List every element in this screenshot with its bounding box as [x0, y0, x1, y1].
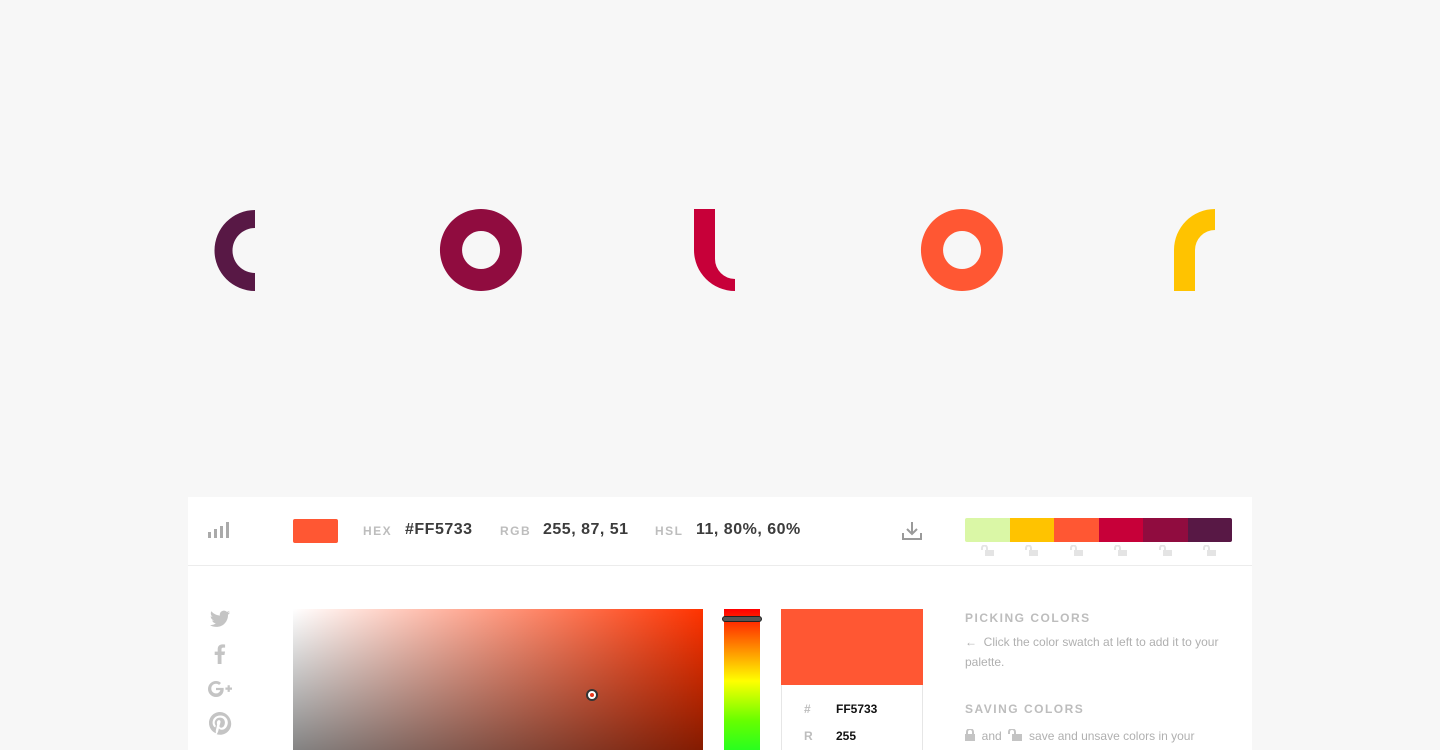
letter-o-1 — [439, 209, 522, 291]
palette-swatch[interactable] — [1009, 518, 1054, 542]
current-color-swatch[interactable] — [293, 519, 338, 543]
unlocked-icon[interactable] — [1158, 545, 1172, 556]
value-row-r: R 255 — [782, 729, 924, 747]
value-key: # — [804, 702, 811, 716]
hsl-label: HSL — [655, 524, 684, 538]
facebook-icon[interactable] — [208, 642, 232, 666]
palette-lock-slot — [1054, 545, 1099, 556]
unlocked-icon — [1008, 728, 1023, 741]
unlocked-icon[interactable] — [1203, 545, 1217, 556]
palette-lock-slot — [1099, 545, 1144, 556]
letter-l — [694, 209, 735, 291]
palette-swatch[interactable] — [1054, 518, 1099, 542]
color-tool-panel: HEX #FF5733 RGB 255, 87, 51 HSL 11, 80%,… — [188, 497, 1252, 750]
color-preview — [781, 609, 923, 685]
hero-logo — [0, 0, 1440, 497]
palette-lock-slot — [1143, 545, 1188, 556]
picking-colors-heading: PICKING COLORS — [965, 611, 1091, 625]
saving-colors-heading: SAVING COLORS — [965, 702, 1085, 716]
palette-swatch[interactable] — [965, 518, 1010, 542]
saving-and: and — [981, 729, 1002, 743]
picking-colors-body: Click the color swatch at left to add it… — [965, 635, 1219, 669]
arrow-left-icon: ← — [965, 635, 977, 649]
color-values: # FF5733 R 255 — [781, 685, 923, 750]
palette-lock-slot — [1188, 545, 1233, 556]
color-toolbar: HEX #FF5733 RGB 255, 87, 51 HSL 11, 80%,… — [188, 497, 1252, 566]
palette-lock-slot — [965, 545, 1010, 556]
hex-value[interactable]: #FF5733 — [405, 521, 473, 539]
saturation-lightness-picker[interactable] — [293, 609, 703, 750]
palette-swatch[interactable] — [1187, 518, 1232, 542]
lock-icon — [965, 728, 975, 741]
value-row-hex: # FF5733 — [782, 702, 924, 720]
rgb-label: RGB — [500, 524, 532, 538]
palette-swatch[interactable] — [1098, 518, 1143, 542]
google-plus-icon[interactable] — [208, 677, 232, 701]
letter-o-2 — [920, 209, 1003, 291]
saving-colors-text: and save and unsave colors in your — [965, 726, 1220, 746]
rgb-value[interactable]: 255, 87, 51 — [543, 521, 629, 539]
unlocked-icon[interactable] — [1025, 545, 1039, 556]
unlocked-icon[interactable] — [1114, 545, 1128, 556]
hex-label: HEX — [363, 524, 393, 538]
palette-locks — [965, 545, 1232, 556]
value-key: R — [804, 729, 813, 743]
hue-slider[interactable] — [724, 609, 760, 750]
saving-colors-body: save and unsave colors in your — [1029, 729, 1195, 743]
hsl-value[interactable]: 11, 80%, 60% — [696, 521, 801, 539]
unlocked-icon[interactable] — [980, 545, 994, 556]
pinterest-icon[interactable] — [208, 711, 232, 735]
picker-handle[interactable] — [586, 689, 598, 701]
bar-chart-icon[interactable] — [208, 522, 230, 538]
picking-colors-text: ← Click the color swatch at left to add … — [965, 632, 1220, 672]
color-wordmark — [214, 209, 1215, 291]
twitter-icon[interactable] — [208, 607, 232, 631]
palette-swatch[interactable] — [1143, 518, 1188, 542]
letter-c — [214, 210, 255, 291]
hue-slider-handle[interactable] — [722, 616, 762, 622]
download-icon[interactable] — [901, 520, 923, 542]
saved-palette — [965, 518, 1232, 542]
unlocked-icon[interactable] — [1069, 545, 1083, 556]
palette-lock-slot — [1010, 545, 1055, 556]
value-field[interactable]: 255 — [836, 729, 856, 743]
letter-r — [1174, 209, 1215, 291]
value-field[interactable]: FF5733 — [836, 702, 877, 716]
